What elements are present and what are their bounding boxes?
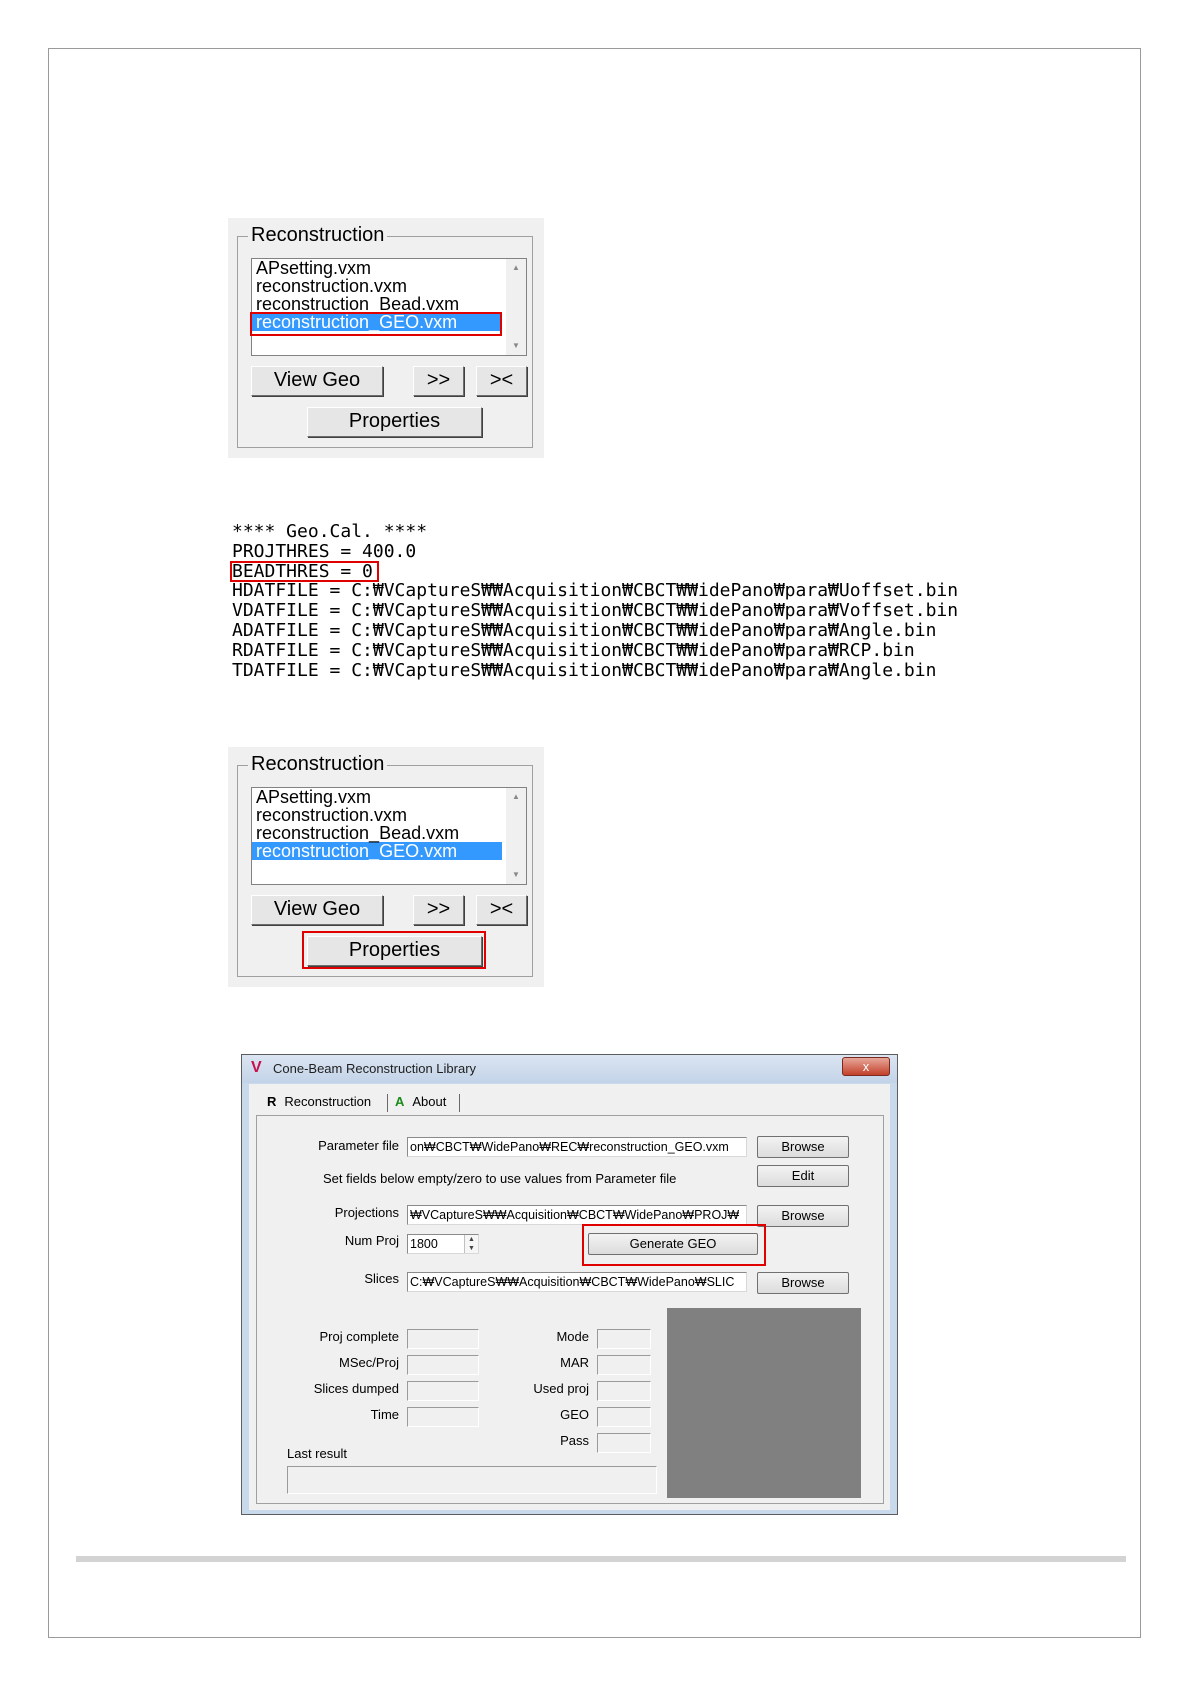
next-button[interactable]: >>	[413, 366, 464, 396]
file-item[interactable]: reconstruction.vxm	[252, 277, 526, 295]
used-proj-label: Used proj	[533, 1381, 589, 1396]
groupbox-title: Reconstruction	[248, 223, 388, 247]
pass-label: Pass	[560, 1433, 589, 1448]
parameter-browse-button[interactable]: Browse	[757, 1136, 849, 1158]
num-proj-label: Num Proj	[344, 1233, 399, 1248]
scroll-up-icon[interactable]: ▲	[506, 788, 526, 806]
proj-complete-label: Proj complete	[319, 1329, 399, 1344]
mode-label: Mode	[556, 1329, 589, 1344]
slices-browse-button[interactable]: Browse	[757, 1272, 849, 1294]
tab-letter: A	[395, 1094, 405, 1109]
tab-about[interactable]: A About	[395, 1090, 446, 1114]
geo-cal-line: RDATFILE = C:₩VCaptureS₩₩Acquisition₩CBC…	[232, 639, 915, 661]
file-list[interactable]: APsetting.vxm reconstruction.vxm reconst…	[251, 258, 527, 356]
app-logo-icon: V	[251, 1059, 262, 1076]
title-bar: V Cone-Beam Reconstruction Library x	[242, 1055, 897, 1083]
tab-label: Reconstruction	[284, 1094, 372, 1109]
properties-button[interactable]: Properties	[307, 936, 482, 966]
last-result-field	[287, 1466, 657, 1494]
reconstruction-tab-panel: Parameter file on₩CBCT₩WidePano₩REC₩reco…	[256, 1115, 884, 1504]
time-field	[407, 1407, 479, 1427]
spinner-arrows-icon[interactable]: ▲ ▼	[464, 1235, 478, 1253]
window-title: Cone-Beam Reconstruction Library	[273, 1061, 477, 1076]
file-list[interactable]: APsetting.vxm reconstruction.vxm reconst…	[251, 787, 527, 885]
generate-geo-button[interactable]: Generate GEO	[588, 1233, 758, 1255]
projections-browse-button[interactable]: Browse	[757, 1205, 849, 1227]
geo-cal-line: ADATFILE = C:₩VCaptureS₩₩Acquisition₩CBC…	[232, 619, 937, 641]
parameter-file-label: Parameter file	[318, 1138, 399, 1153]
geo-cal-line: HDATFILE = C:₩VCaptureS₩₩Acquisition₩CBC…	[232, 580, 959, 602]
slices-dumped-field	[407, 1381, 479, 1401]
tab-separator	[387, 1094, 388, 1112]
scroll-up-icon[interactable]: ▲	[506, 259, 526, 277]
mar-field	[597, 1355, 651, 1375]
num-proj-input[interactable]: 1800 ▲ ▼	[407, 1234, 479, 1254]
scroll-down-icon[interactable]: ▼	[506, 337, 526, 355]
slices-label: Slices	[364, 1271, 399, 1286]
geo-field	[597, 1407, 651, 1427]
mode-field	[597, 1329, 651, 1349]
footer-rule	[76, 1556, 1126, 1562]
cone-beam-dialog: V Cone-Beam Reconstruction Library x R Re…	[241, 1054, 898, 1515]
groupbox-title: Reconstruction	[248, 752, 388, 776]
scroll-down-icon[interactable]: ▼	[506, 866, 526, 884]
collapse-button[interactable]: ><	[476, 895, 527, 925]
dialog-client: R Reconstruction A About Parameter file on…	[249, 1084, 890, 1510]
time-label: Time	[370, 1407, 399, 1422]
slices-dumped-label: Slices dumped	[313, 1381, 399, 1396]
file-item-selected[interactable]: reconstruction_GEO.vxm	[252, 842, 502, 860]
tab-letter: R	[267, 1094, 277, 1109]
msec-proj-label: MSec/Proj	[339, 1355, 399, 1370]
projections-input[interactable]: ₩VCaptureS₩₩Acquisition₩CBCT₩WidePano₩PR…	[407, 1205, 747, 1225]
preview-image	[667, 1308, 861, 1498]
geo-label: GEO	[560, 1407, 589, 1422]
last-result-label: Last result	[287, 1446, 347, 1461]
close-button[interactable]: x	[842, 1057, 890, 1076]
mar-label: MAR	[560, 1355, 589, 1370]
projections-label: Projections	[334, 1205, 399, 1220]
tab-separator	[459, 1094, 460, 1112]
geo-cal-line: TDATFILE = C:₩VCaptureS₩₩Acquisition₩CBC…	[232, 659, 937, 681]
tab-reconstruction[interactable]: R Reconstruction	[267, 1090, 371, 1114]
geo-cal-line: BEADTHRES = 0	[232, 560, 373, 582]
file-item-selected[interactable]: reconstruction_GEO.vxm	[252, 313, 502, 331]
edit-button[interactable]: Edit	[757, 1165, 849, 1187]
tab-label: About	[412, 1094, 447, 1109]
list-scrollbar[interactable]: ▲ ▼	[506, 259, 526, 355]
list-scrollbar[interactable]: ▲ ▼	[506, 788, 526, 884]
file-item[interactable]: APsetting.vxm	[252, 788, 526, 806]
pass-field	[597, 1433, 651, 1453]
file-item[interactable]: reconstruction.vxm	[252, 806, 526, 824]
reconstruction-panel-2: Reconstruction APsetting.vxm reconstruct…	[228, 747, 544, 987]
msec-proj-field	[407, 1355, 479, 1375]
file-item[interactable]: APsetting.vxm	[252, 259, 526, 277]
file-item[interactable]: reconstruction_Bead.vxm	[252, 824, 526, 842]
geo-cal-text: **** Geo.Cal. **** PROJTHRES = 400.0 BEADT…	[232, 522, 958, 680]
hint-text: Set fields below empty/zero to use value…	[323, 1171, 677, 1186]
geo-cal-line: PROJTHRES = 400.0	[232, 540, 417, 562]
file-item[interactable]: reconstruction_Bead.vxm	[252, 295, 526, 313]
num-proj-value: 1800	[410, 1237, 438, 1251]
slices-input[interactable]: C:₩VCaptureS₩₩Acquisition₩CBCT₩WidePano₩…	[407, 1272, 747, 1292]
collapse-button[interactable]: ><	[476, 366, 527, 396]
used-proj-field	[597, 1381, 651, 1401]
properties-button[interactable]: Properties	[307, 407, 482, 437]
view-geo-button[interactable]: View Geo	[251, 895, 383, 925]
geo-cal-line: **** Geo.Cal. ****	[232, 521, 428, 542]
next-button[interactable]: >>	[413, 895, 464, 925]
proj-complete-field	[407, 1329, 479, 1349]
parameter-file-input[interactable]: on₩CBCT₩WidePano₩REC₩reconstruction_GEO.…	[407, 1137, 747, 1157]
view-geo-button[interactable]: View Geo	[251, 366, 383, 396]
geo-cal-line: VDATFILE = C:₩VCaptureS₩₩Acquisition₩CBC…	[232, 600, 959, 622]
reconstruction-panel-1: Reconstruction APsetting.vxm reconstruct…	[228, 218, 544, 458]
